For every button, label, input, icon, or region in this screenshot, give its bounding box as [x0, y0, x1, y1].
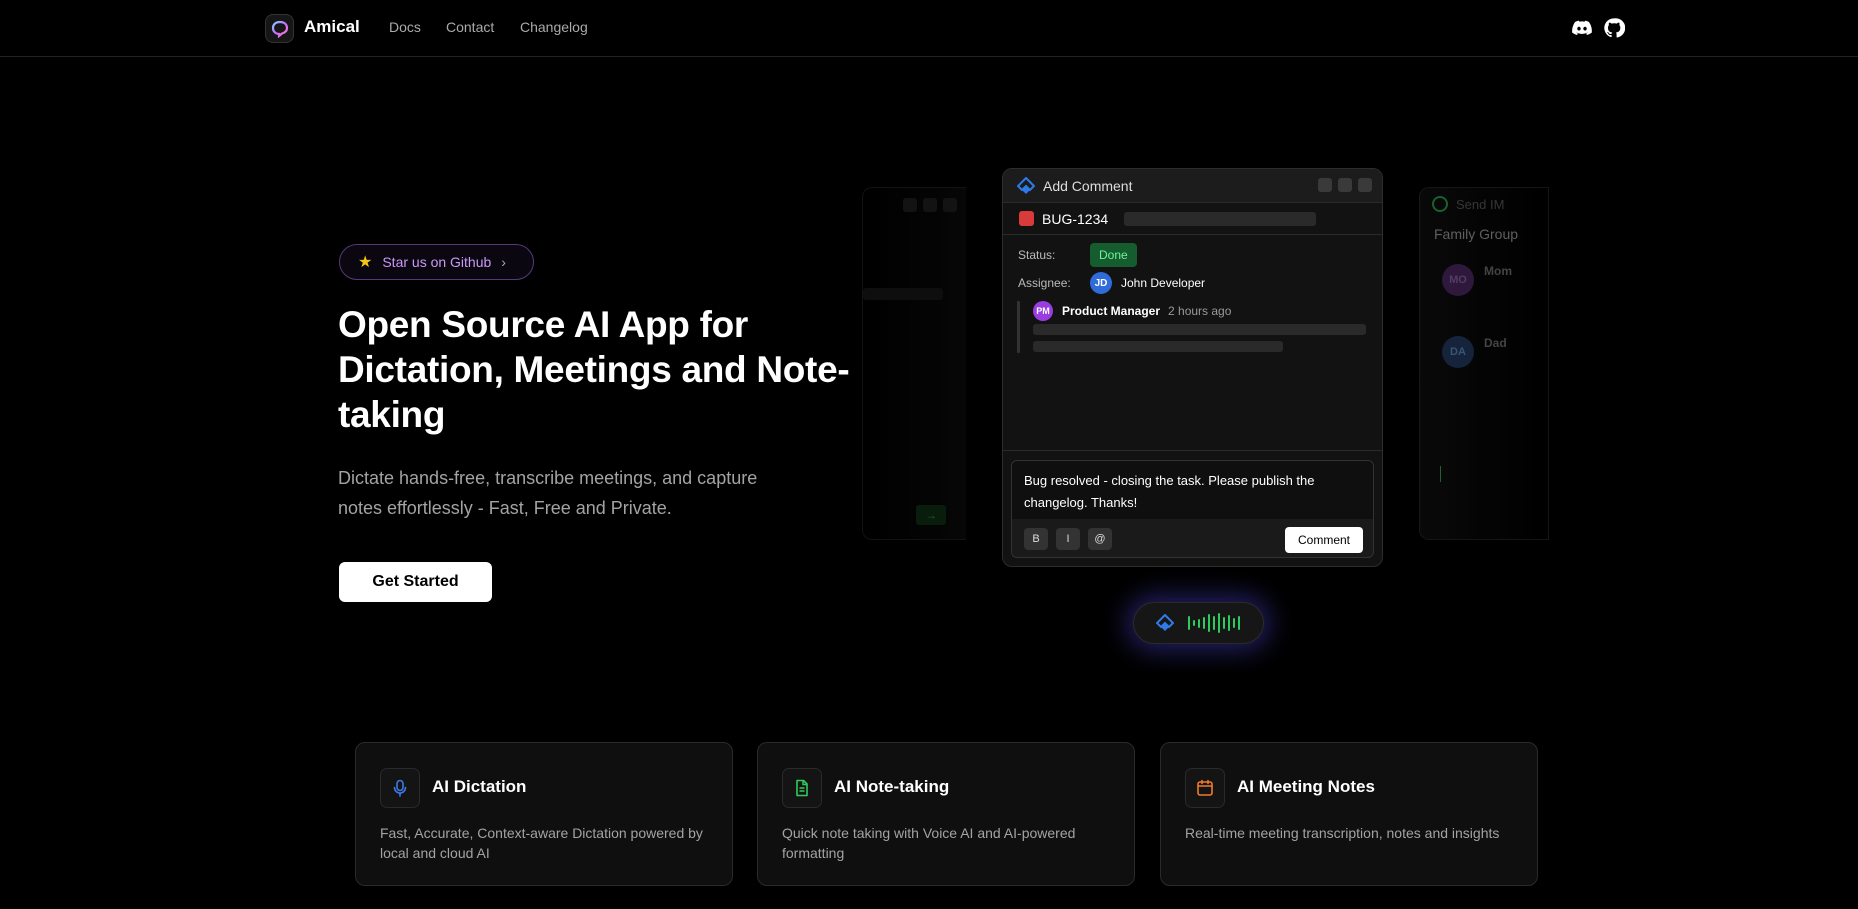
feature-description: Real-time meeting transcription, notes a… — [1185, 825, 1500, 841]
get-started-button[interactable]: Get Started — [339, 562, 492, 602]
chat-group-name: Family Group — [1434, 226, 1519, 242]
nav-docs[interactable]: Docs — [389, 19, 421, 35]
send-arrow-button: → — [916, 505, 946, 525]
feature-card-meetings: AI Meeting Notes Real-time meeting trans… — [1160, 742, 1538, 886]
microphone-icon — [380, 768, 420, 808]
ticket-id: BUG-1234 — [1042, 210, 1109, 227]
italic-button[interactable]: I — [1056, 528, 1080, 550]
bold-button[interactable]: B — [1024, 528, 1048, 550]
window-header: Add Comment — [1003, 169, 1382, 203]
hero-title: Open Source AI App for Dictation, Meetin… — [338, 304, 850, 435]
jira-icon — [1017, 176, 1035, 194]
feature-card-dictation: AI Dictation Fast, Accurate, Context-awa… — [355, 742, 733, 886]
comment-time: 2 hours ago — [1168, 304, 1232, 318]
ghost-right-title: Send IM — [1456, 196, 1505, 212]
feature-title: AI Note-taking — [834, 777, 950, 796]
window-control-button[interactable] — [1318, 178, 1332, 192]
comment-submit-button[interactable]: Comment — [1285, 527, 1363, 553]
window-dot — [923, 198, 937, 212]
status-badge[interactable]: Done — [1090, 243, 1137, 267]
top-nav: Amical Docs Contact Changelog — [0, 0, 1858, 57]
window-dot — [903, 198, 917, 212]
avatar: PM — [1033, 301, 1053, 321]
nav-changelog[interactable]: Changelog — [520, 19, 588, 35]
feature-card-notes: AI Note-taking Quick note taking with Vo… — [757, 742, 1135, 886]
document-icon — [782, 768, 822, 808]
audio-waveform-icon — [1188, 613, 1240, 633]
avatar: DA — [1442, 336, 1474, 368]
commenter-name: Product Manager — [1062, 304, 1161, 318]
mention-button[interactable]: @ — [1088, 528, 1112, 550]
ticket-row: BUG-1234 — [1003, 203, 1382, 235]
star-github-label: Star us on Github — [382, 254, 492, 270]
whatsapp-icon — [1432, 196, 1448, 212]
ticket-title-placeholder — [1124, 211, 1317, 226]
comment-text-placeholder — [1033, 324, 1366, 335]
contact-name: Mom — [1484, 264, 1512, 278]
star-github-pill[interactable]: ★ Star us on Github › — [339, 244, 534, 280]
editor-toolbar: B I @ Comment — [1012, 519, 1373, 557]
chevron-right-icon: › — [501, 254, 506, 270]
calendar-icon — [1185, 768, 1225, 808]
jira-icon — [1156, 614, 1174, 631]
comment-input[interactable]: Bug resolved - closing the task. Please … — [1012, 461, 1373, 519]
feature-title: AI Dictation — [432, 777, 527, 796]
hero-subtitle: Dictate hands-free, transcribe meetings,… — [338, 468, 758, 518]
ghost-right-header: Send IM — [1432, 196, 1504, 212]
avatar: MO — [1442, 264, 1474, 296]
comment-text-placeholder — [1033, 341, 1283, 352]
app-logo[interactable] — [265, 14, 294, 43]
assignee-name[interactable]: John Developer — [1121, 276, 1205, 290]
contact-name: Dad — [1484, 336, 1507, 350]
avatar: JD — [1090, 272, 1112, 294]
star-icon: ★ — [358, 254, 373, 271]
assignee-row: Assignee: JD John Developer — [1018, 272, 1205, 294]
window-control-button[interactable] — [1358, 178, 1372, 192]
voice-recording-pill[interactable] — [1133, 602, 1264, 644]
ghost-card-left: → — [862, 187, 966, 540]
status-row: Status: Done — [1018, 243, 1137, 267]
feature-description: Fast, Accurate, Context-aware Dictation … — [380, 825, 703, 861]
add-comment-window: Add Comment BUG-1234 Status: Done Assign… — [1002, 168, 1383, 567]
github-icon[interactable] — [1603, 17, 1625, 39]
nav-contact[interactable]: Contact — [446, 19, 494, 35]
brand-name[interactable]: Amical — [304, 17, 360, 37]
feature-title: AI Meeting Notes — [1237, 777, 1375, 796]
status-label: Status: — [1018, 248, 1056, 262]
comment-meta: PM Product Manager 2 hours ago — [1033, 301, 1231, 321]
window-title: Add Comment — [1043, 177, 1133, 194]
discord-icon[interactable] — [1571, 17, 1593, 39]
logo-icon — [271, 20, 288, 38]
window-dot — [943, 198, 957, 212]
bug-icon — [1019, 211, 1034, 226]
ghost-card-right: Send IM Family Group MO Mom DA Dad — [1419, 187, 1549, 540]
feature-description: Quick note taking with Voice AI and AI-p… — [782, 825, 1076, 861]
comment-editor[interactable]: Bug resolved - closing the task. Please … — [1011, 460, 1374, 558]
comment-thread-line — [1017, 301, 1020, 353]
assignee-label: Assignee: — [1018, 276, 1071, 290]
window-control-button[interactable] — [1338, 178, 1352, 192]
